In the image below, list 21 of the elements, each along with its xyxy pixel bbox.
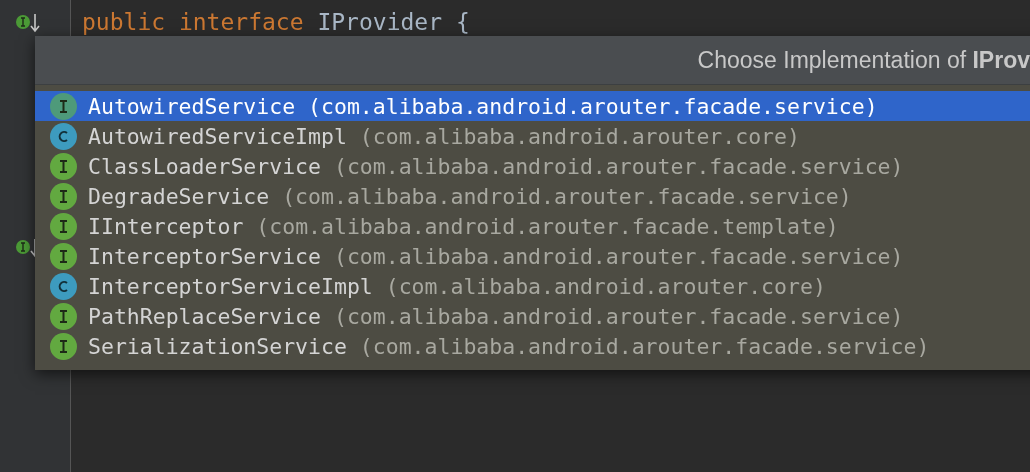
interface-icon [50, 92, 77, 120]
interface-icon [50, 332, 77, 360]
implementation-item[interactable]: IInterceptor (com.alibaba.android.arouter.facade.template) [35, 211, 1030, 241]
popup-title: Choose Implementation of IProv [697, 46, 1030, 74]
implementation-item[interactable]: SerializationService (com.alibaba.android.arouter.facade.service) [35, 331, 1030, 361]
implementation-item[interactable]: AutowiredServiceImpl (com.alibaba.android.arouter.core) [35, 121, 1030, 151]
class-icon [50, 272, 77, 300]
interface-icon [50, 152, 77, 180]
interface-icon [50, 212, 77, 240]
implementation-item[interactable]: ClassLoaderService (com.alibaba.android.arouter.facade.service) [35, 151, 1030, 181]
code-line: public interface IProvider { [82, 8, 471, 37]
class-icon [50, 122, 77, 150]
interface-icon [50, 182, 77, 210]
implemented-icon[interactable] [16, 13, 42, 35]
interface-icon [50, 242, 77, 270]
implementation-item[interactable]: AutowiredService (com.alibaba.android.arouter.facade.service) [35, 91, 1030, 121]
implementation-item[interactable]: InterceptorService (com.alibaba.android.arouter.facade.service) [35, 241, 1030, 271]
interface-icon [50, 302, 77, 330]
implementation-item[interactable]: PathReplaceService (com.alibaba.android.arouter.facade.service) [35, 301, 1030, 331]
implementation-item[interactable]: InterceptorServiceImpl (com.alibaba.android.arouter.core) [35, 271, 1030, 301]
implementation-item[interactable]: DegradeService (com.alibaba.android.arouter.facade.service) [35, 181, 1030, 211]
